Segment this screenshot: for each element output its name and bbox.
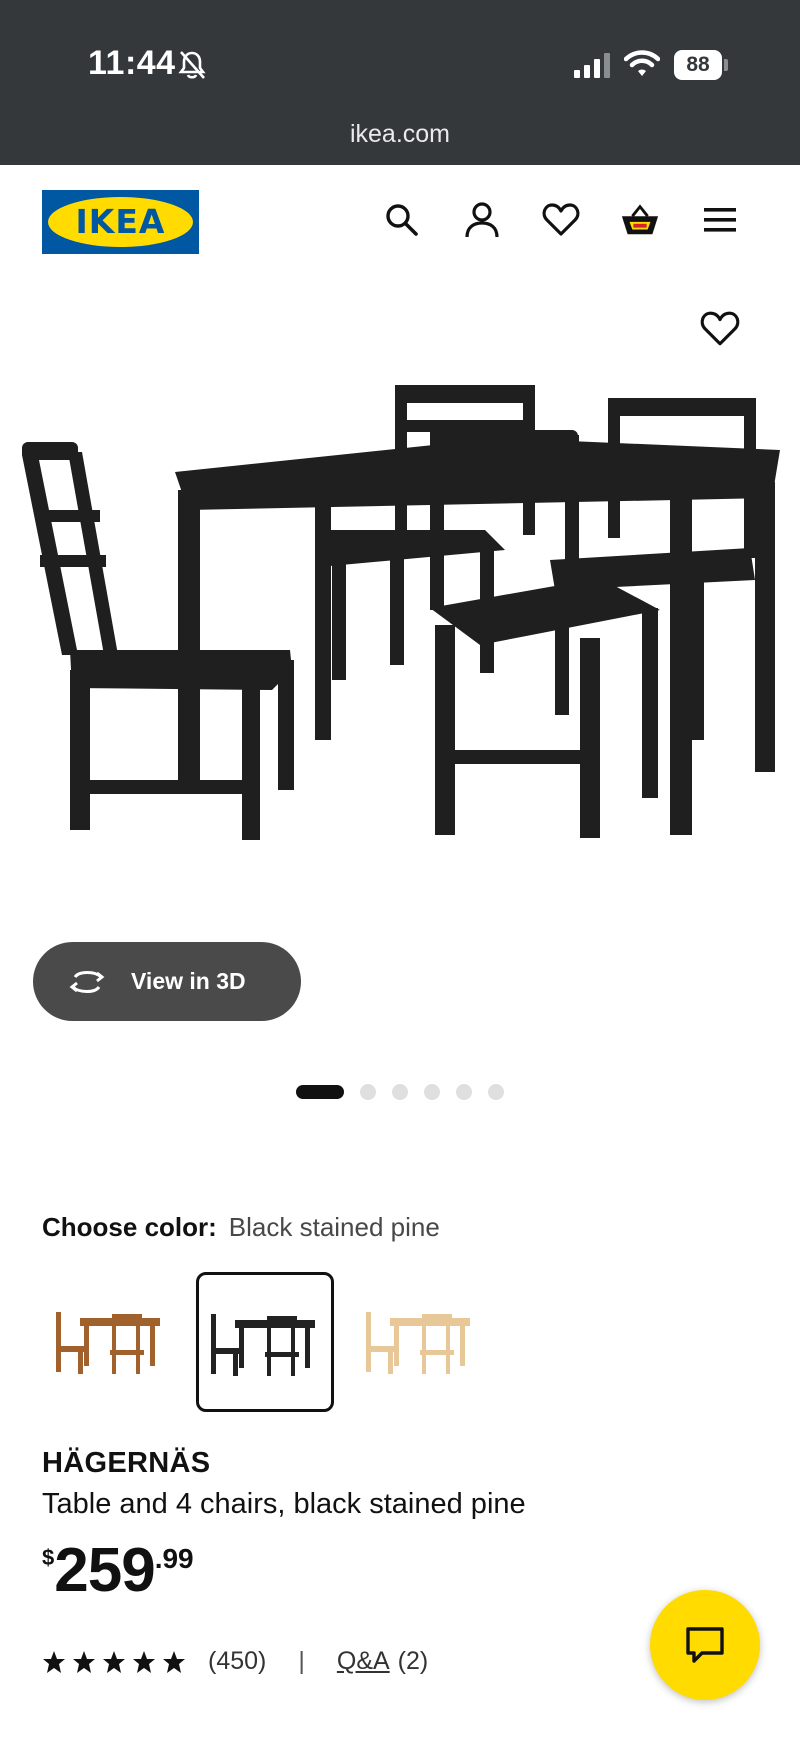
- view-in-3d-button[interactable]: View in 3D: [33, 942, 301, 1021]
- price-currency: $: [42, 1545, 55, 1570]
- ikea-logo[interactable]: IKEA: [42, 190, 199, 254]
- qa-link[interactable]: Q&A: [337, 1647, 390, 1676]
- rotate-3d-icon: [69, 970, 105, 993]
- battery-tip: [724, 59, 728, 71]
- carousel-dot[interactable]: [488, 1084, 504, 1100]
- rating-row[interactable]: (450) | Q&A (2): [42, 1647, 428, 1676]
- carousel-pagination: [296, 1084, 504, 1100]
- wifi-icon: [623, 48, 661, 83]
- logo-text: IKEA: [75, 202, 166, 241]
- star-rating[interactable]: [42, 1650, 186, 1674]
- view-in-3d-label: View in 3D: [131, 968, 246, 994]
- selected-color-value: Black stained pine: [228, 1212, 440, 1242]
- carousel-dot[interactable]: [360, 1084, 376, 1100]
- star-icon: [73, 1650, 95, 1673]
- star-icon: [103, 1650, 125, 1673]
- star-icon: [43, 1650, 65, 1673]
- carousel-dot[interactable]: [392, 1084, 408, 1100]
- cellular-signal-icon: [574, 52, 612, 83]
- carousel-dot[interactable]: [456, 1084, 472, 1100]
- star-icon: [133, 1650, 155, 1673]
- heart-icon[interactable]: [541, 200, 581, 240]
- qa-count[interactable]: (2): [398, 1647, 429, 1676]
- color-chooser-label: Choose color: Black stained pine: [42, 1212, 440, 1243]
- battery-indicator: 88: [674, 50, 722, 80]
- divider: |: [298, 1647, 305, 1675]
- add-to-favorites-icon[interactable]: [700, 311, 742, 353]
- address-bar-url[interactable]: ikea.com: [0, 120, 800, 149]
- status-bar: 11:44 88 ikea.com: [0, 0, 800, 165]
- review-count[interactable]: (450): [208, 1647, 266, 1676]
- choose-color-heading: Choose color:: [42, 1212, 217, 1242]
- product-image[interactable]: [10, 370, 790, 930]
- search-icon[interactable]: [382, 200, 422, 240]
- swatch-thumbnail: [366, 1312, 470, 1374]
- chat-bubble-icon: [686, 1627, 724, 1663]
- price-cents: .99: [154, 1543, 194, 1574]
- color-swatch-brown[interactable]: [42, 1272, 178, 1408]
- carousel-dot-active[interactable]: [296, 1085, 344, 1099]
- color-swatch-natural[interactable]: [352, 1272, 488, 1408]
- color-swatch-black[interactable]: [196, 1272, 334, 1412]
- product-name: HÄGERNÄS: [42, 1447, 211, 1479]
- product-description: Table and 4 chairs, black stained pine: [42, 1488, 526, 1520]
- clock: 11:44: [88, 44, 176, 82]
- menu-icon[interactable]: [700, 200, 740, 240]
- swatch-thumbnail: [56, 1312, 160, 1374]
- chat-button[interactable]: [650, 1590, 760, 1700]
- swatch-thumbnail: [211, 1314, 315, 1376]
- star-icon: [163, 1650, 185, 1673]
- product-price: $259.99: [42, 1535, 194, 1606]
- basket-icon[interactable]: [620, 200, 660, 240]
- price-whole: 259: [54, 1536, 155, 1605]
- account-icon[interactable]: [462, 200, 502, 240]
- bell-muted-icon: [178, 50, 206, 85]
- carousel-dot[interactable]: [424, 1084, 440, 1100]
